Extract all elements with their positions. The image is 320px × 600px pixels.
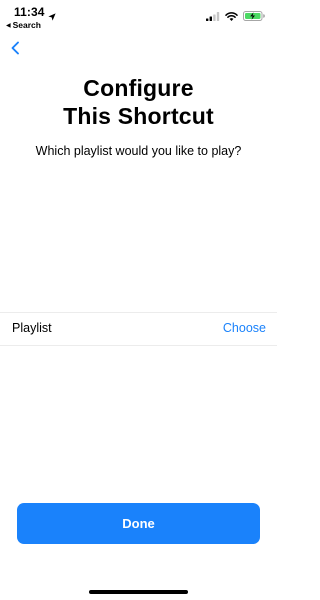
choose-playlist-button[interactable]: Choose	[223, 321, 266, 335]
chevron-left-icon	[8, 41, 24, 60]
wifi-icon	[225, 8, 238, 26]
status-time-group: 11:34	[14, 5, 56, 21]
done-button[interactable]: Done	[17, 503, 260, 544]
cellular-signal-icon	[206, 8, 220, 26]
back-triangle-icon: ◀	[6, 22, 11, 29]
playlist-label: Playlist	[12, 321, 52, 335]
status-icons	[206, 8, 265, 26]
back-app-label: Search	[12, 20, 41, 30]
location-arrow-icon	[47, 8, 56, 21]
playlist-parameter-row: Playlist Choose	[0, 312, 277, 346]
page-title: Configure This Shortcut	[0, 74, 277, 130]
page-title-line2: This Shortcut	[63, 103, 214, 129]
page-subtitle: Which playlist would you like to play?	[35, 144, 242, 158]
battery-charging-icon	[243, 8, 265, 26]
status-bar: 11:34 ◀ Search	[0, 0, 277, 34]
page-title-line1: Configure	[83, 75, 194, 101]
back-button[interactable]	[8, 40, 24, 56]
back-to-app-link[interactable]: ◀ Search	[6, 20, 41, 30]
status-time: 11:34	[14, 5, 45, 19]
home-indicator[interactable]	[89, 590, 188, 594]
